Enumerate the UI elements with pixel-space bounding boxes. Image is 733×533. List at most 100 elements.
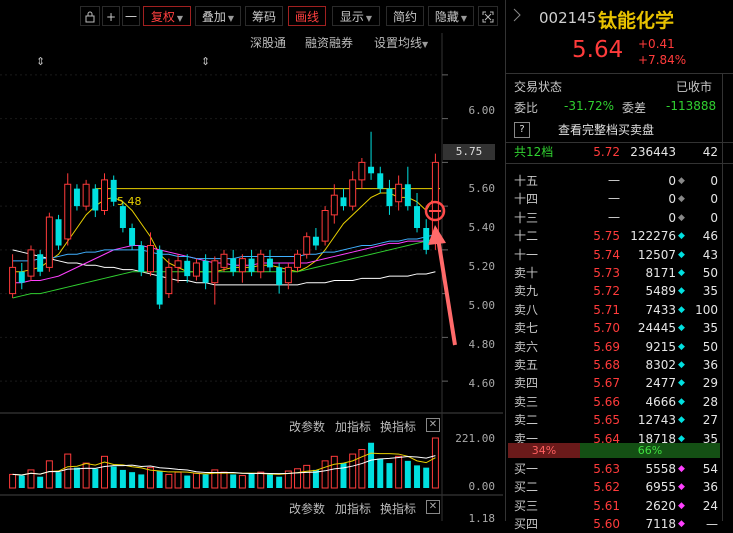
candle-body bbox=[9, 266, 17, 295]
simple-button[interactable]: 简约 bbox=[386, 6, 424, 26]
sub2-switch-indicator-button[interactable]: 换指标 bbox=[380, 500, 416, 517]
level-count: 50 bbox=[702, 339, 718, 354]
link-sz-connect[interactable]: 深股通 bbox=[250, 34, 286, 51]
candle-body bbox=[377, 173, 384, 189]
sub-change-params-button[interactable]: 改参数 bbox=[289, 418, 325, 435]
sell-level-row[interactable]: 卖七 5.70 24445 ◆ 35 bbox=[506, 319, 733, 337]
current-price-tag: 5.75 bbox=[443, 144, 495, 160]
sell-level-row[interactable]: 卖六 5.69 9215 ◆ 50 bbox=[506, 338, 733, 356]
level-volume: 0 bbox=[668, 192, 676, 207]
sell-level-row[interactable]: 卖九 5.72 5489 ◆ 35 bbox=[506, 282, 733, 300]
sell-level-row[interactable]: 卖五 5.68 8302 ◆ 36 bbox=[506, 356, 733, 374]
volume-bar bbox=[248, 473, 255, 488]
volume-bar bbox=[138, 474, 145, 488]
level-name: 买二 bbox=[514, 480, 539, 495]
level-name: 卖六 bbox=[514, 339, 539, 354]
level-count: 0 bbox=[710, 192, 718, 207]
volume-bar bbox=[37, 476, 44, 488]
overlay-dropdown[interactable]: 叠加 ▼ bbox=[195, 6, 241, 26]
sell-level-row[interactable]: 卖八 5.71 7433 ◆ 100 bbox=[506, 301, 733, 319]
sell-level-row[interactable]: 十一 5.74 12507 ◆ 43 bbox=[506, 246, 733, 264]
volume-bar bbox=[110, 466, 117, 488]
level-marker-icon: ◆ bbox=[678, 268, 685, 278]
candle-body bbox=[321, 210, 329, 242]
level-name: 十三 bbox=[514, 210, 539, 225]
zoom-in-button[interactable]: + bbox=[102, 6, 120, 26]
candle-body bbox=[184, 260, 191, 277]
level-volume: 9215 bbox=[645, 339, 676, 354]
sell-level-row[interactable]: 十二 5.75 122276 ◆ 46 bbox=[506, 227, 733, 245]
lock-icon[interactable] bbox=[80, 6, 100, 26]
full-book-link[interactable]: 查看完整档买卖盘 bbox=[558, 121, 654, 138]
link-margin-trading[interactable]: 融资融券 bbox=[305, 34, 353, 51]
volume-bar bbox=[349, 453, 357, 489]
wei-cha-label: 委差 bbox=[622, 101, 647, 115]
close-icon[interactable]: ✕ bbox=[426, 500, 440, 514]
level-volume: 2620 bbox=[645, 498, 676, 513]
link-ma-settings[interactable]: 设置均线▼ bbox=[374, 34, 428, 51]
volume-bar bbox=[330, 455, 338, 489]
volume-bar bbox=[192, 472, 200, 489]
y-tick-label: 5.00 bbox=[468, 299, 496, 312]
level-name: 买三 bbox=[514, 498, 539, 513]
candle-body bbox=[174, 260, 182, 268]
close-icon[interactable]: ✕ bbox=[426, 418, 440, 432]
level-volume: 12507 bbox=[637, 247, 676, 262]
buy-level-row[interactable]: 买三 5.61 2620 ◆ 24 bbox=[506, 497, 733, 515]
level-price: 5.63 bbox=[593, 462, 620, 476]
level-name: 卖二 bbox=[514, 413, 539, 428]
level-count: 46 bbox=[702, 229, 718, 244]
chips-button[interactable]: 筹码 bbox=[245, 6, 283, 26]
restore-right-dropdown[interactable]: 复权 ▼ bbox=[143, 6, 191, 26]
volume-bar bbox=[202, 474, 209, 488]
level-count: 35 bbox=[702, 284, 718, 299]
sub-add-indicator-button[interactable]: 加指标 bbox=[335, 418, 371, 435]
candle-body bbox=[238, 258, 246, 273]
kline-chart[interactable]: ⇕ ⇕ 深股通 融资融券 设置均线▼ 5.48 6.00 5.60 5.40 5.… bbox=[0, 33, 503, 525]
zoom-out-button[interactable]: 一 bbox=[122, 6, 140, 26]
buy-level-row[interactable]: 买一 5.63 5558 ◆ 54 bbox=[506, 460, 733, 478]
sell-level-row[interactable]: 十三一 0 ◆ 0 bbox=[506, 209, 733, 227]
sell-level-row[interactable]: 十五一 0 ◆ 0 bbox=[506, 172, 733, 190]
draw-line-button[interactable]: 画线 bbox=[288, 6, 326, 26]
volume-bar bbox=[129, 472, 136, 488]
level-volume: 4666 bbox=[645, 394, 676, 409]
candle-body bbox=[220, 253, 228, 268]
hide-dropdown[interactable]: 隐藏 ▼ bbox=[428, 6, 474, 26]
level-count: 28 bbox=[702, 394, 718, 409]
stock-code: 002145 bbox=[539, 9, 597, 27]
sell-level-row[interactable]: 卖十 5.73 8171 ◆ 50 bbox=[506, 264, 733, 282]
sell-level-row[interactable]: 卖二 5.65 12743 ◆ 27 bbox=[506, 411, 733, 429]
sell-level-row[interactable]: 卖四 5.67 2477 ◆ 29 bbox=[506, 374, 733, 392]
sub-switch-indicator-button[interactable]: 换指标 bbox=[380, 418, 416, 435]
candle-body bbox=[110, 179, 117, 202]
sell-level-row[interactable]: 卖三 5.66 4666 ◆ 28 bbox=[506, 393, 733, 411]
level-price: 5.68 bbox=[593, 358, 620, 372]
volume-bar bbox=[368, 442, 375, 488]
scroll-handle-icon[interactable] bbox=[512, 8, 522, 22]
volume-bar bbox=[92, 468, 99, 488]
candle-body bbox=[330, 194, 338, 216]
side-tab-strip[interactable] bbox=[722, 73, 733, 521]
level-name: 买一 bbox=[514, 462, 539, 476]
volume-bar bbox=[321, 460, 329, 489]
fullscreen-icon[interactable] bbox=[478, 6, 498, 26]
level-price: 5.66 bbox=[593, 394, 620, 409]
level-volume: 122276 bbox=[630, 229, 676, 244]
display-dropdown[interactable]: 显示 ▼ bbox=[332, 6, 380, 26]
level-marker-icon: ◆ bbox=[678, 231, 685, 242]
price-line-label: 5.48 bbox=[117, 195, 142, 208]
help-icon[interactable]: ? bbox=[514, 122, 530, 138]
sub2-add-indicator-button[interactable]: 加指标 bbox=[335, 500, 371, 517]
volume-bar bbox=[184, 475, 191, 488]
candle-body bbox=[138, 245, 145, 272]
sub2-change-params-button[interactable]: 改参数 bbox=[289, 500, 325, 517]
level-marker-icon: ◆ bbox=[678, 378, 685, 389]
sell-level-row[interactable]: 十四一 0 ◆ 0 bbox=[506, 190, 733, 208]
buy-level-row[interactable]: 买二 5.62 6955 ◆ 36 bbox=[506, 478, 733, 496]
level-price: 一 bbox=[607, 174, 620, 188]
buy-level-row[interactable]: 买四 5.60 7118 ◆ — bbox=[506, 515, 733, 533]
candle-body bbox=[230, 258, 237, 272]
volume-bar bbox=[101, 455, 108, 489]
volume-bar bbox=[414, 465, 421, 488]
